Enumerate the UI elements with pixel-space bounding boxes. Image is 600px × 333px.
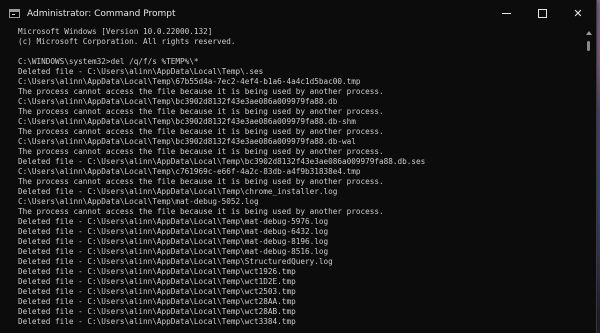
console-line: Deleted file - C:\Users\alinn\AppData\Lo… bbox=[18, 157, 426, 166]
console-line: Deleted file - C:\Users\alinn\AppData\Lo… bbox=[18, 247, 329, 256]
console-line: Deleted file - C:\Users\alinn\AppData\Lo… bbox=[18, 227, 329, 236]
window-controls: ✕ bbox=[488, 0, 596, 27]
minimize-icon bbox=[501, 13, 511, 14]
console-line: Deleted file - C:\Users\alinn\AppData\Lo… bbox=[18, 287, 296, 296]
console-line: Deleted file - C:\Users\alinn\AppData\Lo… bbox=[18, 67, 264, 76]
vertical-scrollbar[interactable] bbox=[582, 27, 596, 333]
console-line: C:\WINDOWS\system32>del /q/f/s %TEMP%\* bbox=[18, 57, 199, 66]
title-bar[interactable]: Administrator: Command Prompt ✕ bbox=[0, 0, 596, 27]
console-line: (c) Microsoft Corporation. All rights re… bbox=[18, 37, 236, 46]
minimize-button[interactable] bbox=[488, 0, 524, 27]
maximize-button[interactable] bbox=[524, 0, 560, 27]
console-line: The process cannot access the file becau… bbox=[18, 147, 384, 156]
console-line: Deleted file - C:\Users\alinn\AppData\Lo… bbox=[18, 217, 329, 226]
console-line: Deleted file - C:\Users\alinn\AppData\Lo… bbox=[18, 257, 333, 266]
console-line: Deleted file - C:\Users\alinn\AppData\Lo… bbox=[18, 267, 296, 276]
console-line: Microsoft Windows [Version 10.0.22000.13… bbox=[18, 27, 213, 36]
console-line: The process cannot access the file becau… bbox=[18, 127, 384, 136]
console-line: C:\Users\alinn\AppData\Local\Temp\bc3902… bbox=[18, 117, 356, 126]
console-line: The process cannot access the file becau… bbox=[18, 87, 384, 96]
console-line: The process cannot access the file becau… bbox=[18, 177, 384, 186]
console-output[interactable]: Microsoft Windows [Version 10.0.22000.13… bbox=[0, 27, 582, 333]
console-line: Deleted file - C:\Users\alinn\AppData\Lo… bbox=[18, 297, 296, 306]
maximize-icon bbox=[537, 9, 547, 18]
scrollbar-thumb[interactable] bbox=[587, 41, 590, 51]
close-icon: ✕ bbox=[573, 7, 583, 20]
close-button[interactable]: ✕ bbox=[560, 0, 596, 27]
console-line: Deleted file - C:\Users\alinn\AppData\Lo… bbox=[18, 187, 338, 196]
console-line: C:\Users\alinn\AppData\Local\Temp\bc3902… bbox=[18, 97, 338, 106]
console-line: Deleted file - C:\Users\alinn\AppData\Lo… bbox=[18, 307, 296, 316]
console-line: Deleted file - C:\Users\alinn\AppData\Lo… bbox=[18, 317, 296, 326]
console-line: C:\Users\alinn\AppData\Local\Temp\c76196… bbox=[18, 167, 361, 176]
scroll-up-arrow-icon[interactable] bbox=[586, 31, 592, 35]
console-line: C:\Users\alinn\AppData\Local\Temp\mat-de… bbox=[18, 197, 259, 206]
console-line: The process cannot access the file becau… bbox=[18, 107, 384, 116]
window-title: Administrator: Command Prompt bbox=[27, 8, 176, 19]
console-line: Deleted file - C:\Users\alinn\AppData\Lo… bbox=[18, 237, 329, 246]
console-line: The process cannot access the file becau… bbox=[18, 207, 384, 216]
console-line: C:\Users\alinn\AppData\Local\Temp\bc3902… bbox=[18, 137, 356, 146]
console-line: Deleted file - C:\Users\alinn\AppData\Lo… bbox=[18, 277, 296, 286]
cmd-icon bbox=[9, 9, 20, 18]
command-prompt-window[interactable]: Administrator: Command Prompt ✕ Microsof… bbox=[0, 0, 597, 333]
desktop-background: Administrator: Command Prompt ✕ Microsof… bbox=[0, 0, 600, 333]
console-line: C:\Users\alinn\AppData\Local\Temp\67b55d… bbox=[18, 77, 361, 86]
